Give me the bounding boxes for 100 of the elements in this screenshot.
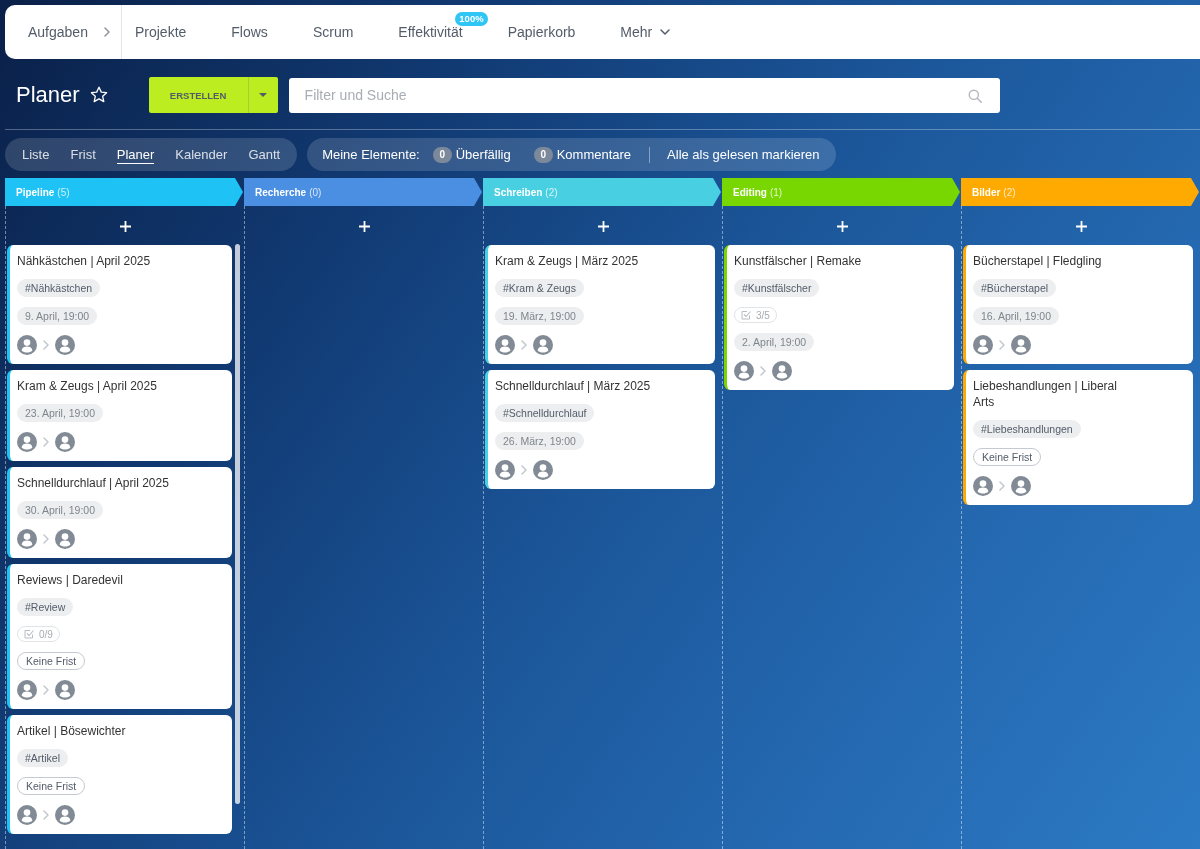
view-tab[interactable]: Kalender xyxy=(175,145,228,164)
avatar-icon[interactable] xyxy=(533,460,553,480)
avatar-icon[interactable] xyxy=(17,805,37,825)
checkbox-icon xyxy=(24,629,34,639)
chevron-right-icon xyxy=(999,481,1005,491)
counter-number: 0 xyxy=(432,146,452,163)
view-tab[interactable]: Gantt xyxy=(248,145,281,164)
avatar-icon[interactable] xyxy=(973,476,993,496)
avatar-icon[interactable] xyxy=(973,335,993,355)
avatar-icon[interactable] xyxy=(533,335,553,355)
create-button[interactable]: ERSTELLEN xyxy=(148,77,248,113)
checkbox-icon xyxy=(741,310,751,320)
no-deadline-chip[interactable]: Keine Frist xyxy=(17,777,86,795)
card-tag[interactable]: #Review xyxy=(17,598,74,616)
avatar-icon[interactable] xyxy=(495,335,515,355)
task-card[interactable]: Reviews | Daredevil #Review 0/9 Keine Frist xyxy=(7,564,232,709)
column-count: (0) xyxy=(309,186,322,198)
avatar-icon[interactable] xyxy=(17,432,37,452)
counter-link[interactable]: Überfällig xyxy=(455,147,511,162)
section-link[interactable]: Aufgaben xyxy=(5,5,122,59)
card-title[interactable]: Schnelldurchlauf | März 2025 xyxy=(495,378,651,394)
avatar-icon[interactable] xyxy=(55,335,75,355)
avatar-icon[interactable] xyxy=(17,529,37,549)
avatar-icon[interactable] xyxy=(17,335,37,355)
card-tag[interactable]: #Nähkästchen xyxy=(17,279,101,297)
column-title: Recherche xyxy=(255,186,307,198)
avatar-icon[interactable] xyxy=(55,805,75,825)
avatar-icon[interactable] xyxy=(1011,335,1031,355)
plus-icon xyxy=(358,220,370,232)
task-card[interactable]: Kram & Zeugs | März 2025 #Kram & Zeugs 19. März, 19:00 xyxy=(485,245,715,364)
card-tag[interactable]: #Bücherstapel xyxy=(973,279,1057,297)
avatar-icon[interactable] xyxy=(1011,476,1031,496)
avatar-icon[interactable] xyxy=(495,460,515,480)
avatar-icon[interactable] xyxy=(55,680,75,700)
chevron-right-icon xyxy=(521,340,527,350)
card-title[interactable]: Reviews | Daredevil xyxy=(17,572,123,588)
card-title[interactable]: Nähkästchen | April 2025 xyxy=(17,253,151,269)
no-deadline-chip[interactable]: Keine Frist xyxy=(973,448,1042,466)
card-title[interactable]: Schnelldurchlauf | April 2025 xyxy=(17,475,169,491)
more-menu-link[interactable]: Mehr xyxy=(620,24,671,40)
chevron-right-icon xyxy=(43,534,49,544)
task-card[interactable]: Nähkästchen | April 2025 #Nähkästchen 9. April, 19:00 xyxy=(7,245,232,364)
card-tag[interactable]: #Artikel xyxy=(17,749,68,767)
no-deadline-chip[interactable]: Keine Frist xyxy=(17,652,86,670)
column-count: (2) xyxy=(1003,186,1016,198)
avatar-icon[interactable] xyxy=(772,361,792,381)
chevron-right-icon xyxy=(43,340,49,350)
chevron-right-icon xyxy=(43,685,49,695)
task-card[interactable]: Kunstfälscher | Remake #Kunstfälscher 3/5 2. April, 19:00 xyxy=(724,245,954,390)
chevron-right-icon xyxy=(760,366,766,376)
column-title: Editing xyxy=(733,186,767,198)
chevron-right-icon xyxy=(103,27,110,37)
counter-link[interactable]: Kommentare xyxy=(556,147,632,162)
card-tag[interactable]: #Kram & Zeugs xyxy=(495,279,584,297)
card-tag[interactable]: #Liebeshandlungen xyxy=(973,420,1081,438)
nav-link[interactable]: Flows xyxy=(231,24,268,40)
column-count: (2) xyxy=(545,186,558,198)
card-title[interactable]: Kunstfälscher | Remake xyxy=(734,253,862,269)
card-title[interactable]: Artikel | Bösewichter xyxy=(17,723,126,739)
card-title[interactable]: Liebeshandlungen | Liberal Arts xyxy=(973,378,1137,410)
page-title: Planer xyxy=(16,81,80,109)
avatar-icon[interactable] xyxy=(17,680,37,700)
counter-number: 0 xyxy=(533,146,553,163)
task-card[interactable]: Liebeshandlungen | Liberal Arts #Liebeshandlungen Keine Frist xyxy=(963,370,1193,505)
star-icon[interactable] xyxy=(89,86,108,104)
task-card[interactable]: Bücherstapel | Fledgling #Bücherstapel 16. April, 19:00 xyxy=(963,245,1193,364)
plus-icon xyxy=(836,220,848,232)
plus-icon xyxy=(597,220,609,232)
task-card[interactable]: Kram & Zeugs | April 2025 23. April, 19:00 xyxy=(7,370,232,461)
chevron-right-icon xyxy=(999,340,1005,350)
avatar-icon[interactable] xyxy=(55,432,75,452)
avatar-icon[interactable] xyxy=(55,529,75,549)
task-card[interactable]: Schnelldurchlauf | April 2025 30. April, 19:00 xyxy=(7,467,232,558)
card-tag[interactable]: #Schnelldurchlauf xyxy=(495,404,595,422)
view-tab[interactable]: Frist xyxy=(70,145,96,164)
view-tab[interactable]: Liste xyxy=(22,145,50,164)
percentage-indicator: 100% xyxy=(455,12,488,26)
chevron-right-icon xyxy=(43,810,49,820)
nav-link[interactable]: Scrum xyxy=(312,24,354,40)
card-title[interactable]: Kram & Zeugs | März 2025 xyxy=(495,253,639,269)
checklist-count: 3/5 xyxy=(756,309,770,321)
checklist-count: 0/9 xyxy=(39,628,53,640)
search-field[interactable]: Filter und Suche xyxy=(288,77,1000,113)
card-title[interactable]: Bücherstapel | Fledgling xyxy=(973,253,1102,269)
card-tag[interactable]: #Kunstfälscher xyxy=(734,279,820,297)
caret-icon xyxy=(259,93,268,97)
nav-link[interactable]: Projekte xyxy=(134,24,187,40)
nav-link[interactable]: Papierkorb xyxy=(507,24,576,40)
counters-label: Meine Elemente: xyxy=(322,147,420,162)
plus-icon xyxy=(119,220,131,232)
view-tab[interactable]: Planer xyxy=(116,145,155,164)
task-card[interactable]: Artikel | Bösewichter #Artikel Keine Frist xyxy=(7,715,232,834)
mark-read-link[interactable]: Alle als gelesen markieren xyxy=(667,147,820,162)
scrollbar[interactable] xyxy=(235,244,240,804)
chevron-right-icon xyxy=(521,465,527,475)
task-card[interactable]: Schnelldurchlauf | März 2025 #Schnelldurchlauf 26. März, 19:00 xyxy=(485,370,715,489)
nav-link[interactable]: Effektivität xyxy=(398,24,463,40)
search-icon[interactable] xyxy=(967,88,982,103)
card-title[interactable]: Kram & Zeugs | April 2025 xyxy=(17,378,157,394)
avatar-icon[interactable] xyxy=(734,361,754,381)
